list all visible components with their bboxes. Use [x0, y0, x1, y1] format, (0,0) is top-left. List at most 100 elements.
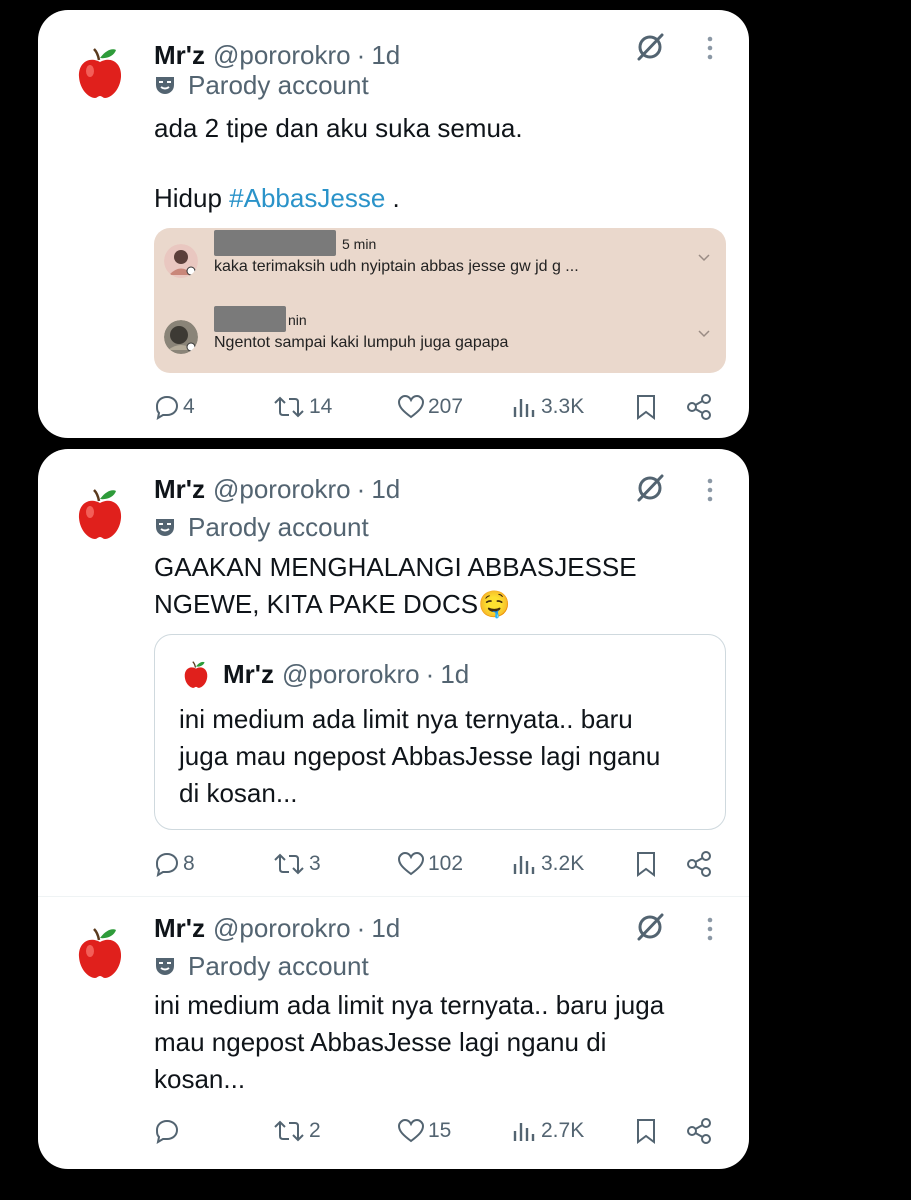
separator-dot: · [356, 912, 366, 943]
share-icon [687, 394, 711, 420]
share-icon [687, 1118, 711, 1144]
like-count: 102 [428, 852, 464, 875]
red-apple-icon[interactable] [76, 485, 124, 541]
reply-button[interactable]: 4 [154, 390, 195, 424]
tweet-text: ada 2 tipe dan aku suka semua. Hidup #Ab… [154, 110, 714, 217]
repost-count: 2 [309, 1119, 321, 1142]
quote-time: 1d [440, 658, 470, 689]
reply-count: 8 [183, 852, 195, 875]
repost-count: 14 [309, 395, 333, 418]
reply-count: 4 [183, 395, 195, 418]
views-button[interactable]: 3.2K [512, 847, 584, 881]
share-button[interactable] [685, 847, 716, 881]
views-icon [513, 1123, 535, 1141]
commenter-avatar [164, 244, 198, 278]
red-apple-icon[interactable] [76, 924, 124, 980]
views-icon [513, 399, 535, 417]
heart-icon [397, 1118, 425, 1143]
tweet-text-line: ada 2 tipe dan aku suka semua. [154, 113, 523, 143]
quote-handle: @pororokro [281, 658, 420, 689]
tweet-text: GAAKAN MENGHALANGI ABBASJESSE NGEWE, KIT… [154, 549, 714, 623]
comment-body: kaka terimaksih udh nyiptain abbas jesse… [214, 258, 579, 275]
repost-button[interactable]: 14 [272, 390, 332, 424]
user-handle[interactable]: @pororokro [213, 40, 351, 71]
chevron-down-icon [698, 254, 710, 262]
bookmark-button[interactable] [635, 1114, 660, 1148]
tweet-text-line: kosan... [154, 1064, 246, 1094]
display-name[interactable]: Mr'z [154, 40, 205, 71]
quote-text-line: juga mau ngepost AbbasJesse lagi nganu [179, 741, 661, 771]
repost-count: 3 [309, 852, 321, 875]
tweet-header: Mr'z @pororokro · 1d [154, 472, 400, 506]
action-bar: 8 3 102 3.2K [154, 847, 714, 881]
reply-button[interactable]: 8 [154, 847, 195, 881]
parody-mask-icon [156, 958, 174, 975]
reply-button[interactable] [154, 1114, 183, 1148]
chevron-down-icon [698, 330, 710, 338]
more-vertical-icon[interactable] [703, 473, 717, 507]
display-name[interactable]: Mr'z [154, 474, 205, 505]
display-name[interactable]: Mr'z [154, 913, 205, 944]
repost-icon [274, 1120, 304, 1142]
reply-icon [155, 395, 179, 420]
parody-label: Parody account [188, 950, 369, 981]
quoted-tweet[interactable]: Mr'z @pororokro · 1d ini medium ada limi… [154, 634, 726, 830]
grok-slash-icon[interactable] [633, 910, 667, 944]
view-count: 3.3K [541, 395, 585, 418]
tweet-time[interactable]: 1d [371, 474, 400, 505]
tweet-time[interactable]: 1d [371, 40, 400, 71]
action-bar: 4 14 207 3.3K [154, 390, 714, 424]
like-count: 207 [428, 395, 464, 418]
parody-label: Parody account [188, 511, 369, 542]
user-handle[interactable]: @pororokro [213, 913, 351, 944]
view-count: 2.7K [541, 1119, 585, 1142]
views-button[interactable]: 2.7K [512, 1114, 584, 1148]
bookmark-button[interactable] [635, 847, 660, 881]
more-vertical-icon[interactable] [703, 912, 717, 946]
repost-icon [274, 396, 304, 418]
redacted-username [214, 230, 336, 256]
red-apple-icon[interactable] [76, 44, 124, 100]
views-button[interactable]: 3.3K [512, 390, 584, 424]
separator-dot: · [356, 473, 366, 504]
text-suffix: . [392, 183, 400, 213]
bookmark-button[interactable] [635, 390, 660, 424]
more-vertical-icon[interactable] [703, 31, 717, 65]
share-button[interactable] [685, 1114, 716, 1148]
views-icon [513, 856, 535, 874]
share-button[interactable] [685, 390, 716, 424]
parody-mask-icon [156, 519, 174, 536]
separator-dot: · [425, 658, 435, 689]
comment-meta: 5 min [342, 236, 377, 252]
tweet-header: Mr'z @pororokro · 1d [154, 911, 400, 945]
repost-button[interactable]: 3 [272, 847, 321, 881]
like-button[interactable]: 102 [397, 847, 463, 881]
reply-icon [155, 852, 179, 877]
bookmark-icon [637, 852, 655, 877]
separator-dot: · [356, 39, 366, 70]
like-button[interactable]: 207 [397, 390, 463, 424]
repost-button[interactable]: 2 [272, 1114, 321, 1148]
grok-slash-icon[interactable] [633, 30, 667, 64]
user-handle[interactable]: @pororokro [213, 474, 351, 505]
embedded-comment: nin Ngentot sampai kaki lumpuh juga gapa… [154, 304, 726, 370]
like-button[interactable]: 15 [397, 1114, 451, 1148]
tweet-header: Mr'z @pororokro · 1d [154, 38, 400, 72]
quote-display-name: Mr'z [223, 658, 274, 689]
tweet-time[interactable]: 1d [371, 913, 400, 944]
tweet-text-line: ini medium ada limit nya ternyata.. baru… [154, 990, 665, 1020]
tweet-text-line: NGEWE, KITA PAKE DOCS🤤 [154, 589, 511, 619]
text-prefix: Hidup [154, 183, 222, 213]
comment-meta: nin [288, 312, 307, 328]
grok-slash-icon[interactable] [633, 471, 667, 505]
tweet-text-line: mau ngepost AbbasJesse lagi nganu di [154, 1027, 607, 1057]
tweet-divider [38, 896, 749, 897]
hashtag-link[interactable]: #AbbasJesse [229, 183, 385, 213]
embedded-image[interactable]: 5 min kaka terimaksih udh nyiptain abbas… [154, 228, 726, 373]
bookmark-icon [637, 1119, 655, 1144]
comment-body: Ngentot sampai kaki lumpuh juga gapapa [214, 334, 509, 351]
quote-text-line: ini medium ada limit nya ternyata.. baru [179, 704, 633, 734]
share-icon [687, 851, 711, 877]
quote-header: Mr'z @pororokro · 1d [183, 657, 469, 691]
